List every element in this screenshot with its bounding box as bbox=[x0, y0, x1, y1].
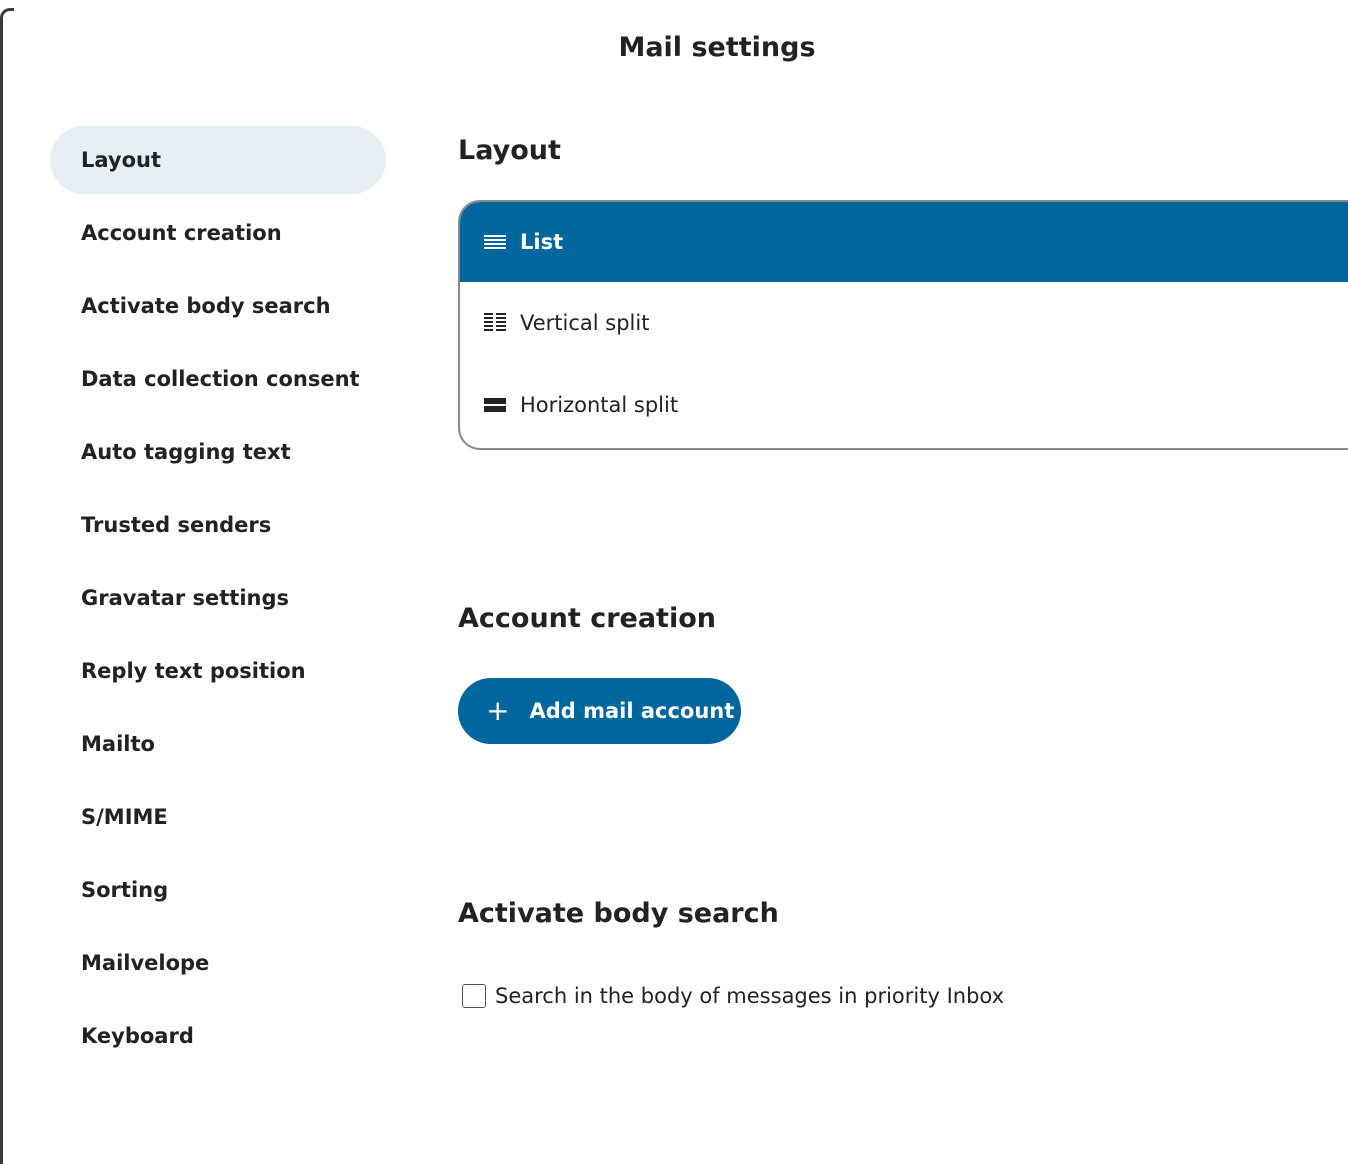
add-mail-account-label: Add mail account bbox=[529, 699, 735, 723]
plus-icon: + bbox=[486, 694, 510, 727]
sidebar-item-auto-tagging-text[interactable]: Auto tagging text bbox=[50, 418, 386, 486]
sidebar-item-keyboard[interactable]: Keyboard bbox=[50, 1002, 386, 1070]
layout-option-horizontal-split[interactable]: Horizontal split bbox=[460, 364, 1348, 446]
sidebar-item-mailvelope[interactable]: Mailvelope bbox=[50, 929, 386, 997]
layout-option-list[interactable]: List bbox=[460, 202, 1348, 282]
sidebar-item-mailto[interactable]: Mailto bbox=[50, 710, 386, 778]
sidebar-item-data-collection-consent[interactable]: Data collection consent bbox=[50, 345, 386, 413]
settings-content: Layout List Vertical split Horizontal sp… bbox=[458, 0, 1348, 1164]
layout-option-label: Horizontal split bbox=[520, 393, 679, 417]
account-creation-section-heading: Account creation bbox=[458, 603, 716, 634]
layout-options-group: List Vertical split Horizontal split bbox=[458, 200, 1348, 450]
layout-option-vertical-split[interactable]: Vertical split bbox=[460, 282, 1348, 364]
body-search-checkbox-row[interactable]: Search in the body of messages in priori… bbox=[462, 984, 1004, 1008]
sidebar-item-account-creation[interactable]: Account creation bbox=[50, 199, 386, 267]
sidebar-item-activate-body-search[interactable]: Activate body search bbox=[50, 272, 386, 340]
body-search-checkbox[interactable] bbox=[462, 984, 486, 1008]
settings-sidebar: Layout Account creation Activate body se… bbox=[50, 126, 386, 1075]
horizontal-split-icon bbox=[484, 396, 508, 414]
layout-section-heading: Layout bbox=[458, 135, 561, 166]
add-mail-account-button[interactable]: + Add mail account bbox=[458, 678, 741, 744]
list-icon bbox=[484, 233, 508, 251]
body-search-checkbox-label: Search in the body of messages in priori… bbox=[495, 984, 1005, 1008]
sidebar-item-smime[interactable]: S/MIME bbox=[50, 783, 386, 851]
layout-option-label: Vertical split bbox=[520, 311, 650, 335]
layout-option-label: List bbox=[520, 230, 564, 254]
sidebar-item-trusted-senders[interactable]: Trusted senders bbox=[50, 491, 386, 559]
sidebar-item-reply-text-position[interactable]: Reply text position bbox=[50, 637, 386, 705]
body-search-section-heading: Activate body search bbox=[458, 898, 779, 929]
vertical-split-icon bbox=[484, 312, 508, 334]
window-frame-edge bbox=[0, 8, 14, 1164]
sidebar-item-gravatar-settings[interactable]: Gravatar settings bbox=[50, 564, 386, 632]
sidebar-item-sorting[interactable]: Sorting bbox=[50, 856, 386, 924]
sidebar-item-layout[interactable]: Layout bbox=[50, 126, 386, 194]
